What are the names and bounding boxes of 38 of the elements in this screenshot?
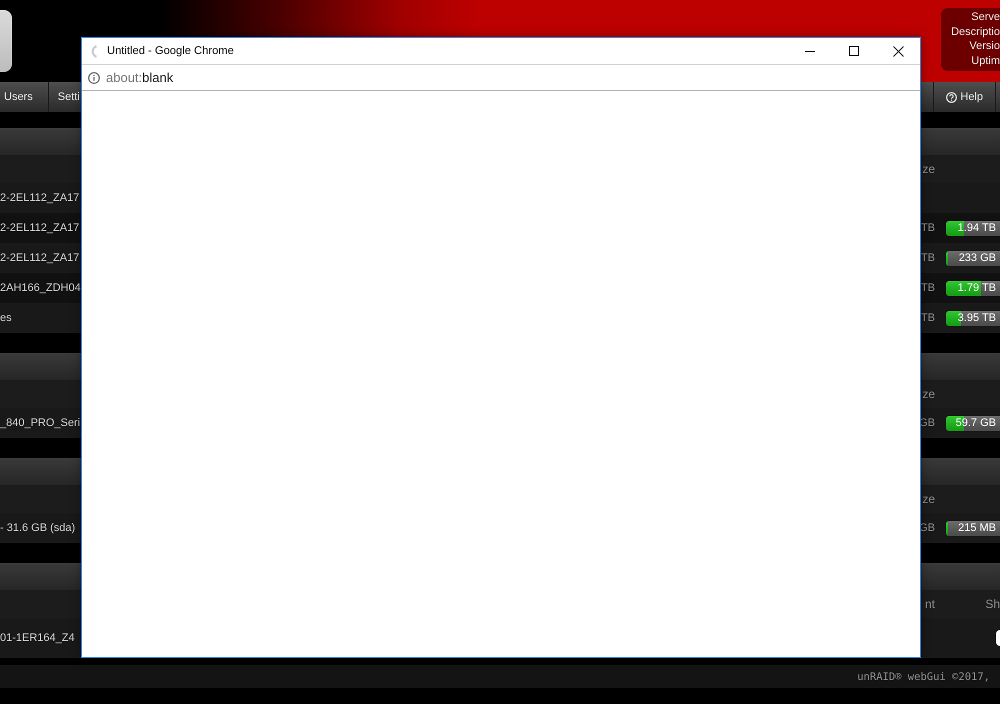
usage-reading: 215 MB (958, 522, 997, 534)
window-title: Untitled - Google Chrome (107, 45, 234, 57)
table-cell: TB (920, 282, 935, 294)
table-cell: TB (920, 312, 935, 324)
minimize-icon (805, 50, 815, 52)
nav-tab[interactable]: Setti (48, 82, 80, 112)
table-cell: 01-1ER164_Z4 (0, 632, 75, 644)
nav-tab[interactable]: Help (933, 82, 996, 112)
table-cell: 2-2EL112_ZA17 (0, 192, 80, 204)
table-cell: TB (920, 252, 935, 264)
usage-reading: 1.94 TB (958, 222, 997, 234)
server-info-label: Descriptio (951, 24, 1000, 39)
server-info-label: Serve (971, 10, 1000, 24)
logo-icon (0, 10, 12, 72)
help-icon (946, 92, 958, 102)
usage-reading: 59.7 GB (956, 417, 997, 429)
server-info-label: Uptim (971, 54, 1000, 68)
usage-reading: 233 GB (958, 252, 997, 264)
table-cell: TB (920, 222, 935, 234)
table-cell: - 31.6 GB (sda) (0, 522, 76, 534)
column-header: ze (922, 162, 935, 176)
column-header: Sh (985, 597, 1000, 611)
table-cell: 2AH166_ZDH04 (0, 282, 81, 294)
usage-reading: 1.79 TB (958, 282, 997, 294)
column-header: nt (924, 597, 935, 611)
column-header: ze (922, 387, 935, 401)
table-cell: 2-2EL112_ZA17 (0, 252, 80, 264)
usage-reading: 3.95 TB (958, 312, 997, 324)
table-cell: _840_PRO_Seri (0, 417, 80, 429)
column-header: ze (922, 492, 935, 506)
close-icon (892, 46, 904, 56)
nav-tab[interactable]: Users (0, 82, 49, 112)
table-cell: 2-2EL112_ZA17 (0, 222, 80, 234)
server-info-label: Versio (969, 39, 1000, 54)
info-icon (88, 72, 100, 84)
maximize-icon (849, 46, 859, 56)
table-cell: es (0, 312, 12, 324)
footer-text: unRAID® webGui ©2017, (857, 670, 990, 682)
